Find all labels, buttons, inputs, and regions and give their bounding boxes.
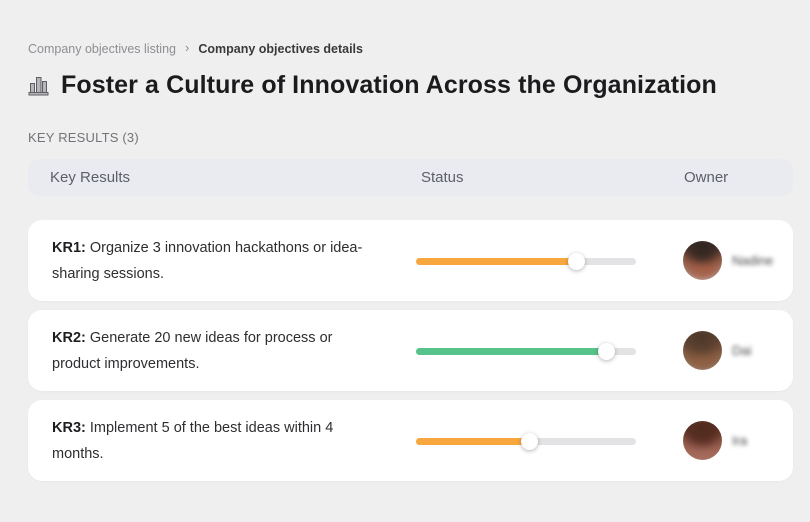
kr3-text: Implement 5 of the best ideas within 4 m… [52, 419, 334, 462]
buildings-icon [28, 74, 49, 97]
kr1-owner-cell: Nadine [675, 241, 793, 280]
kr1-text: Organize 3 innovation hackathons or idea… [52, 239, 363, 282]
breadcrumb-objectives-listing[interactable]: Company objectives listing [28, 42, 176, 56]
kr2-description: KR2: Generate 20 new ideas for process o… [28, 325, 413, 377]
slider-fill [416, 257, 577, 265]
avatar [683, 241, 722, 280]
column-header-status: Status [421, 169, 464, 186]
kr3-status-cell [413, 432, 675, 450]
slider-handle[interactable] [598, 342, 616, 360]
title-row: Foster a Culture of Innovation Across th… [28, 71, 793, 100]
key-results-section-label: KEY RESULTS (3) [28, 130, 139, 145]
kr3-progress-slider[interactable] [416, 432, 636, 450]
table-row-kr1[interactable]: KR1: Organize 3 innovation hackathons or… [28, 220, 793, 301]
kr2-owner-cell: Dai [675, 331, 793, 370]
table-row-kr3[interactable]: KR3: Implement 5 of the best ideas withi… [28, 400, 793, 481]
owner-name: Nadine [732, 253, 774, 268]
kr3-label: KR3: [52, 419, 86, 436]
chevron-right-icon: › [185, 40, 190, 55]
breadcrumb: Company objectives listing › Company obj… [28, 40, 793, 56]
kr2-status-cell [413, 342, 675, 360]
slider-fill [416, 347, 608, 355]
kr1-description: KR1: Organize 3 innovation hackathons or… [28, 235, 413, 287]
key-results-list: KR1: Organize 3 innovation hackathons or… [28, 220, 793, 481]
kr3-description: KR3: Implement 5 of the best ideas withi… [28, 415, 413, 467]
kr1-progress-slider[interactable] [416, 252, 636, 270]
owner-name: Dai [732, 343, 752, 358]
slider-handle[interactable] [567, 252, 585, 270]
objective-details-page: Company objectives listing › Company obj… [0, 0, 810, 481]
kr3-owner-cell: Ira [675, 421, 793, 460]
column-header-owner: Owner [684, 169, 729, 186]
slider-fill [416, 437, 531, 445]
kr1-status-cell [413, 252, 675, 270]
table-row-kr2[interactable]: KR2: Generate 20 new ideas for process o… [28, 310, 793, 391]
kr1-label: KR1: [52, 239, 86, 256]
slider-handle[interactable] [521, 432, 539, 450]
kr2-label: KR2: [52, 329, 86, 346]
kr2-text: Generate 20 new ideas for process or pro… [52, 329, 333, 372]
owner-name: Ira [732, 433, 748, 448]
breadcrumb-objectives-details: Company objectives details [198, 41, 363, 56]
page-title: Foster a Culture of Innovation Across th… [61, 71, 717, 99]
kr2-progress-slider[interactable] [416, 342, 636, 360]
avatar [683, 331, 722, 370]
avatar [683, 421, 722, 460]
column-header-key-results: Key Results [50, 169, 131, 186]
table-header-row: Key Results Status Owner [28, 159, 793, 196]
